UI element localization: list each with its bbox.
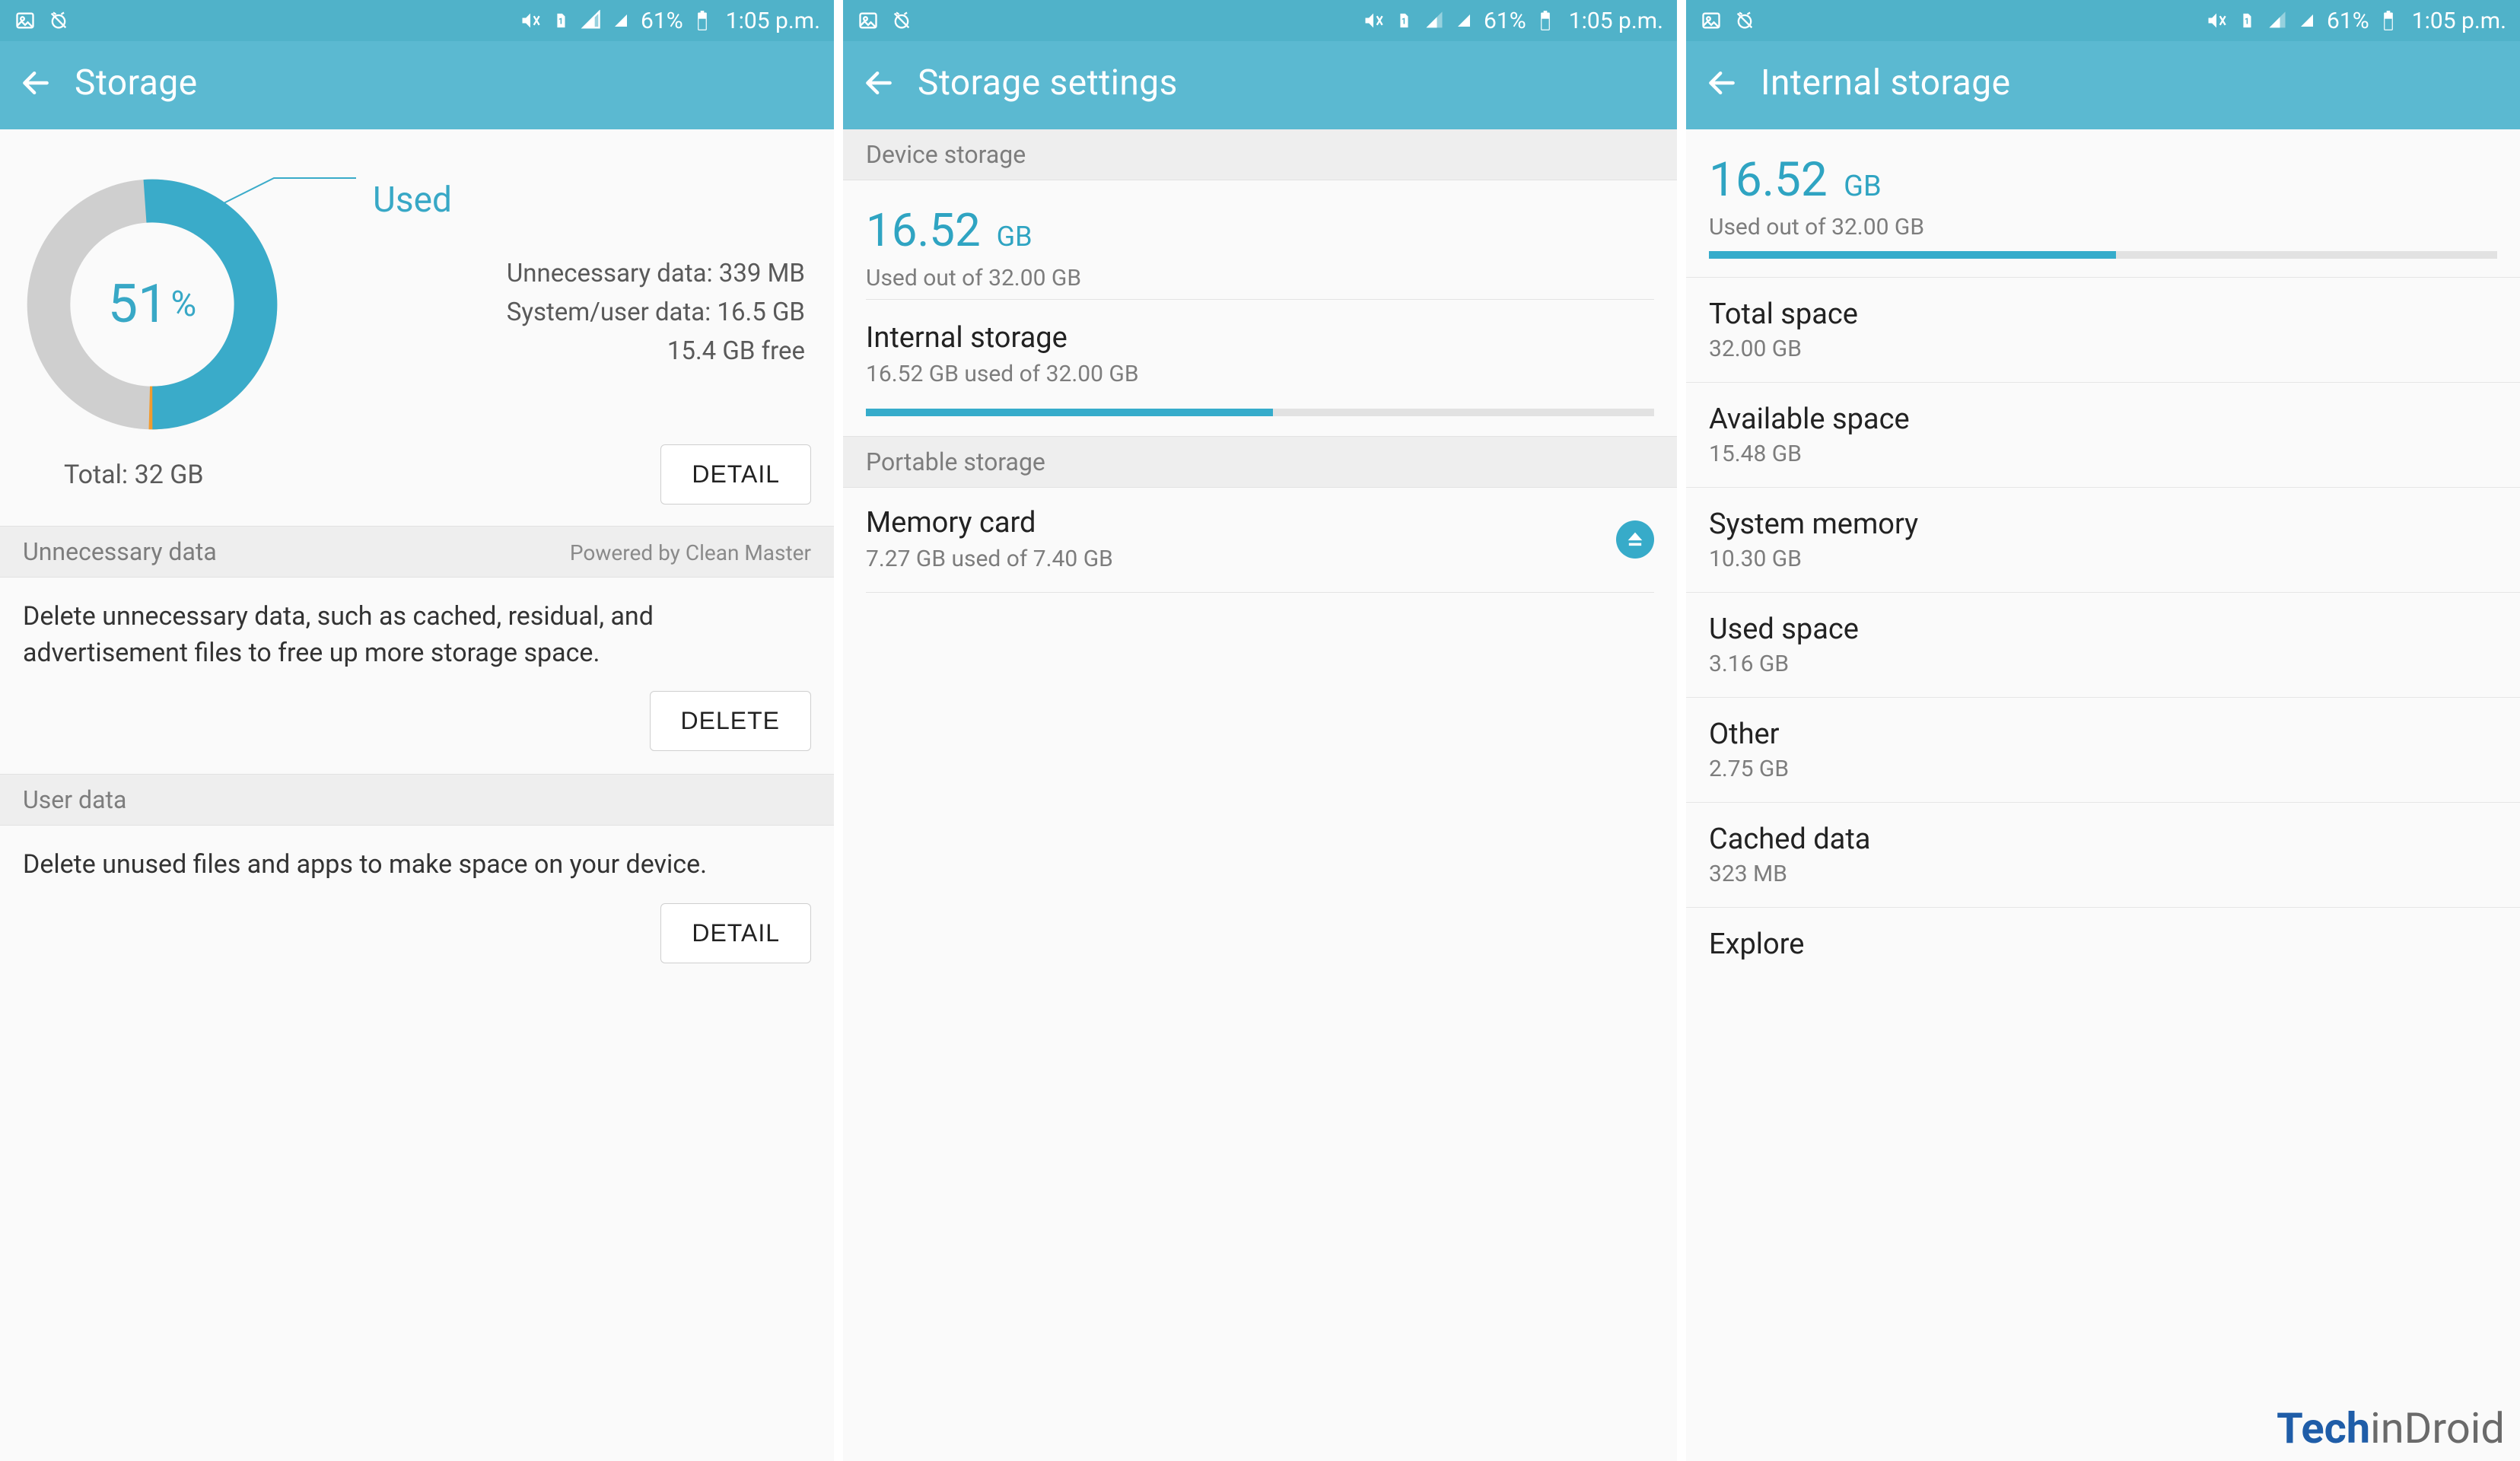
app-bar: Storage settings bbox=[843, 41, 1677, 129]
item-title: Explore bbox=[1709, 928, 2497, 961]
status-time: 1:05 p.m. bbox=[1569, 8, 1663, 34]
alarm-off-icon bbox=[1733, 9, 1756, 32]
status-time: 1:05 p.m. bbox=[726, 8, 820, 34]
usage-summary: 16.52 GB Used out of 32.00 GB bbox=[1686, 129, 2520, 251]
image-icon bbox=[1700, 9, 1723, 32]
signal2-icon bbox=[1453, 9, 1476, 32]
watermark: TechinDroid bbox=[2277, 1403, 2505, 1453]
svg-text:1: 1 bbox=[2245, 17, 2249, 27]
usage-breakdown: Unnecessary data: 339 MB System/user dat… bbox=[312, 254, 811, 371]
usage-progress bbox=[1686, 251, 2520, 266]
used-percentage: 51% bbox=[23, 175, 282, 434]
item-title: Other bbox=[1709, 718, 2497, 751]
alarm-off-icon bbox=[890, 9, 913, 32]
unnecessary-description: Delete unnecessary data, such as cached,… bbox=[0, 578, 834, 679]
memory-card-row[interactable]: Memory card 7.27 GB used of 7.40 GB bbox=[843, 488, 1677, 592]
battery-icon bbox=[2377, 9, 2400, 32]
battery-pct: 61% bbox=[1484, 8, 1526, 34]
screen-storage: 1 61% 1:05 p.m. Storage bbox=[0, 0, 834, 1461]
app-bar: Storage bbox=[0, 41, 834, 129]
section-portable-storage: Portable storage bbox=[843, 436, 1677, 488]
battery-icon bbox=[691, 9, 714, 32]
image-icon bbox=[14, 9, 37, 32]
device-usage-summary: 16.52 GB Used out of 32.00 GB bbox=[843, 180, 1677, 299]
battery-pct: 61% bbox=[2327, 8, 2369, 34]
app-bar: Internal storage bbox=[1686, 41, 2520, 129]
back-icon[interactable] bbox=[861, 65, 896, 100]
item-subtitle: 323 MB bbox=[1709, 861, 2497, 887]
page-title: Internal storage bbox=[1761, 62, 2010, 103]
alarm-off-icon bbox=[47, 9, 70, 32]
signal2-icon bbox=[2296, 9, 2319, 32]
status-time: 1:05 p.m. bbox=[2412, 8, 2506, 34]
battery-pct: 61% bbox=[641, 8, 683, 34]
used-label: Used bbox=[373, 180, 811, 221]
section-device-storage: Device storage bbox=[843, 129, 1677, 180]
svg-text:1: 1 bbox=[558, 17, 563, 27]
storage-item-system-memory[interactable]: System memory 10.30 GB bbox=[1686, 487, 2520, 592]
internal-storage-row[interactable]: Internal storage 16.52 GB used of 32.00 … bbox=[843, 300, 1677, 398]
status-bar: 1 61% 1:05 p.m. bbox=[0, 0, 834, 41]
item-subtitle: 15.48 GB bbox=[1709, 441, 2497, 467]
item-title: System memory bbox=[1709, 508, 2497, 541]
signal-icon bbox=[1423, 9, 1446, 32]
storage-item-available-space[interactable]: Available space 15.48 GB bbox=[1686, 382, 2520, 487]
page-title: Storage bbox=[75, 62, 198, 103]
storage-item-explore[interactable]: Explore bbox=[1686, 907, 2520, 981]
internal-progress bbox=[843, 409, 1677, 416]
section-unnecessary: Unnecessary data Powered by Clean Master bbox=[0, 526, 834, 578]
back-icon[interactable] bbox=[1704, 65, 1739, 100]
sim-icon: 1 bbox=[2235, 9, 2258, 32]
image-icon bbox=[857, 9, 880, 32]
svg-text:1: 1 bbox=[1402, 17, 1406, 27]
powered-by: Powered by Clean Master bbox=[570, 540, 811, 565]
signal-icon bbox=[2266, 9, 2289, 32]
mute-icon bbox=[1362, 9, 1385, 32]
sim-icon: 1 bbox=[549, 9, 572, 32]
page-title: Storage settings bbox=[918, 62, 1178, 103]
status-bar: 1 61% 1:05 p.m. bbox=[1686, 0, 2520, 41]
mute-icon bbox=[519, 9, 542, 32]
eject-icon[interactable] bbox=[1616, 520, 1654, 559]
storage-item-other[interactable]: Other 2.75 GB bbox=[1686, 697, 2520, 802]
sim-icon: 1 bbox=[1392, 9, 1415, 32]
storage-item-total-space[interactable]: Total space 32.00 GB bbox=[1686, 277, 2520, 382]
total-storage: Total: 32 GB bbox=[64, 460, 204, 490]
item-subtitle: 3.16 GB bbox=[1709, 651, 2497, 677]
battery-icon bbox=[1534, 9, 1557, 32]
storage-item-cached-data[interactable]: Cached data 323 MB bbox=[1686, 802, 2520, 907]
screen-storage-settings: 1 61% 1:05 p.m. Storage settings Device … bbox=[843, 0, 1677, 1461]
item-title: Used space bbox=[1709, 613, 2497, 646]
item-subtitle: 2.75 GB bbox=[1709, 756, 2497, 782]
signal-icon bbox=[580, 9, 603, 32]
item-subtitle: 32.00 GB bbox=[1709, 336, 2497, 362]
delete-button[interactable]: DELETE bbox=[650, 691, 811, 751]
item-title: Cached data bbox=[1709, 823, 2497, 856]
item-subtitle: 10.30 GB bbox=[1709, 546, 2497, 572]
signal2-icon bbox=[610, 9, 633, 32]
screen-internal-storage: 1 61% 1:05 p.m. Internal storage 16.52 G… bbox=[1686, 0, 2520, 1461]
mute-icon bbox=[2205, 9, 2228, 32]
item-title: Available space bbox=[1709, 403, 2497, 436]
detail-button[interactable]: DETAIL bbox=[660, 444, 811, 505]
back-icon[interactable] bbox=[18, 65, 53, 100]
status-bar: 1 61% 1:05 p.m. bbox=[843, 0, 1677, 41]
section-userdata: User data bbox=[0, 774, 834, 826]
item-title: Total space bbox=[1709, 298, 2497, 331]
userdata-detail-button[interactable]: DETAIL bbox=[660, 903, 811, 963]
storage-item-used-space[interactable]: Used space 3.16 GB bbox=[1686, 592, 2520, 697]
storage-chart: 51% Used Unnecessary data: 339 MB System… bbox=[0, 129, 834, 434]
userdata-description: Delete unused files and apps to make spa… bbox=[0, 826, 834, 891]
